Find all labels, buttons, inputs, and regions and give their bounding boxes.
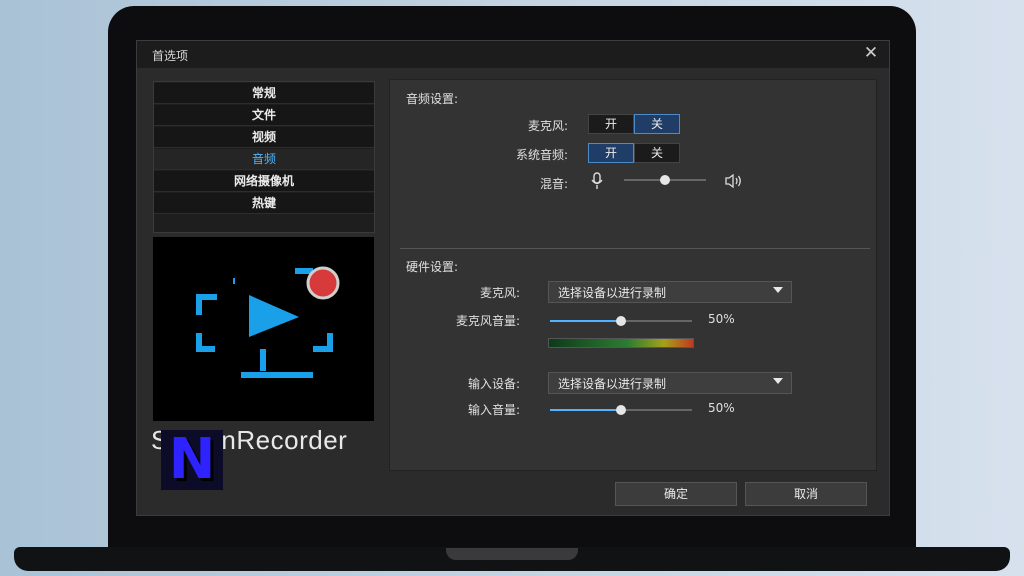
window-title: 首选项 <box>152 49 189 63</box>
logo-panel <box>153 237 374 421</box>
input-device-select[interactable]: 选择设备以进行录制 <box>548 372 792 394</box>
mic-on-button[interactable]: 开 <box>588 114 634 134</box>
mic-device-select[interactable]: 选择设备以进行录制 <box>548 281 792 303</box>
input-volume-thumb[interactable] <box>616 405 626 415</box>
mic-volume-value: 50% <box>708 312 735 326</box>
screen-recorder-logo-icon <box>196 266 340 378</box>
mic-label: 麦克风: <box>527 119 568 133</box>
input-volume-value: 50% <box>708 401 735 415</box>
system-audio-toggle: 开 关 <box>588 143 680 163</box>
laptop-notch <box>446 548 578 560</box>
system-audio-label: 系统音频: <box>515 148 568 162</box>
hardware-settings-title: 硬件设置: <box>406 260 459 274</box>
sidebar-item-file[interactable]: 文件 <box>154 105 374 126</box>
mic-volume-label: 麦克风音量: <box>455 314 520 328</box>
mic-off-button[interactable]: 关 <box>634 114 680 134</box>
sidebar-item-video[interactable]: 视频 <box>154 127 374 148</box>
n-badge-icon: N <box>161 430 223 490</box>
mix-slider-thumb[interactable] <box>660 175 670 185</box>
ok-button[interactable]: 确定 <box>615 482 737 506</box>
sidebar-item-webcam[interactable]: 网络摄像机 <box>154 171 374 192</box>
mix-slider[interactable] <box>624 174 706 186</box>
sidebar-item-audio[interactable]: 音频 <box>154 149 374 170</box>
speaker-icon <box>725 173 741 189</box>
preferences-dialog: 首选项 ✕ 常规 文件 视频 音频 网络摄像机 热键 ScreenRecorde… <box>136 40 890 516</box>
sidebar-nav: 常规 文件 视频 音频 网络摄像机 热键 <box>153 81 375 233</box>
input-volume-label: 输入音量: <box>467 403 520 417</box>
mic-toggle: 开 关 <box>588 114 680 134</box>
input-volume-slider[interactable] <box>550 404 692 416</box>
audio-settings-panel: 音频设置: 麦克风: 开 关 系统音频: 开 关 混音: 硬件设置: 麦克风: <box>389 79 877 471</box>
title-bar: 首选项 ✕ <box>137 41 889 68</box>
sidebar-item-hotkeys[interactable]: 热键 <box>154 193 374 214</box>
cancel-button[interactable]: 取消 <box>745 482 867 506</box>
chevron-down-icon <box>773 378 783 384</box>
close-icon[interactable]: ✕ <box>862 44 880 62</box>
mic-device-value: 选择设备以进行录制 <box>558 286 667 300</box>
sidebar-item-general[interactable]: 常规 <box>154 83 374 104</box>
chevron-down-icon <box>773 287 783 293</box>
system-audio-off-button[interactable]: 关 <box>634 143 680 163</box>
microphone-icon <box>591 172 603 189</box>
section-divider <box>400 248 870 249</box>
mic-level-meter <box>548 338 694 348</box>
audio-settings-title: 音频设置: <box>406 92 459 106</box>
input-device-value: 选择设备以进行录制 <box>558 377 667 391</box>
mix-label: 混音: <box>539 177 568 191</box>
mic-device-label: 麦克风: <box>479 286 520 300</box>
mic-volume-slider[interactable] <box>550 315 692 327</box>
input-device-label: 输入设备: <box>467 377 520 391</box>
mic-volume-thumb[interactable] <box>616 316 626 326</box>
system-audio-on-button[interactable]: 开 <box>588 143 634 163</box>
